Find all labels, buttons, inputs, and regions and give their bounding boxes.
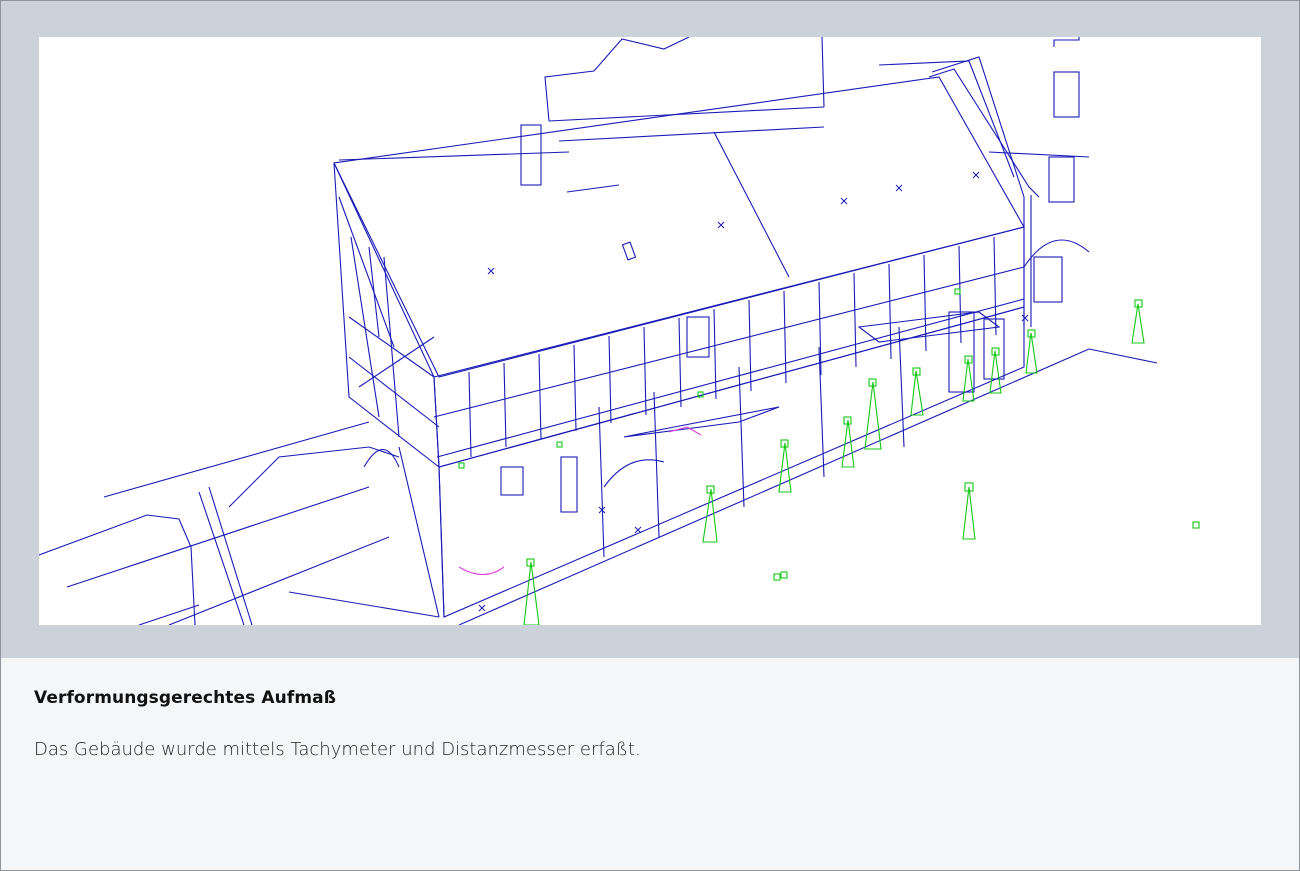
street-line — [208, 486, 253, 625]
timber-frame — [653, 391, 660, 538]
survey-point — [458, 462, 465, 469]
door — [560, 456, 578, 513]
timber-frame — [368, 246, 380, 338]
cross-mark-icon — [478, 171, 1029, 612]
survey-point — [954, 288, 961, 295]
survey-point — [1192, 521, 1200, 529]
background-building — [544, 37, 690, 122]
tripod-marker-icon — [1025, 329, 1038, 374]
street-line — [1088, 348, 1158, 364]
facade-upper — [433, 226, 1025, 468]
background-building — [1053, 37, 1080, 47]
window — [686, 316, 710, 358]
highlight-curve — [458, 566, 505, 576]
window — [500, 466, 524, 496]
timber-frame — [898, 326, 905, 448]
roof-line — [931, 56, 1025, 198]
caption-description: Das Gebäude wurde mittels Tachymeter und… — [34, 739, 641, 760]
street-line — [458, 348, 1090, 625]
roof-line — [558, 126, 825, 142]
image-frame — [1, 1, 1299, 658]
building-wireframe-image — [39, 37, 1200, 625]
highlight-curve — [668, 426, 702, 436]
background-building — [878, 60, 1015, 178]
street-line — [138, 604, 200, 625]
street-line — [288, 591, 440, 618]
roof-line — [713, 131, 790, 278]
window — [1048, 156, 1075, 203]
tripod-marker-icon — [864, 378, 882, 450]
survey-point — [780, 571, 788, 579]
tripod-marker-icon — [841, 416, 855, 468]
canopy — [623, 406, 780, 438]
timber-frame — [738, 366, 745, 508]
timber-frame — [398, 446, 440, 618]
survey-point — [773, 573, 781, 581]
tripod-marker-icon — [910, 367, 924, 416]
background-building — [821, 37, 825, 108]
roof-window — [621, 241, 637, 261]
timber-frame — [350, 236, 380, 418]
survey-point — [556, 441, 563, 448]
street-line — [66, 486, 370, 588]
street-line — [228, 446, 400, 508]
timber-frame — [818, 346, 825, 478]
arch — [363, 448, 400, 468]
timber-frame — [598, 406, 605, 558]
tripod-marker-icon — [523, 558, 540, 625]
tripod-marker-icon — [962, 355, 975, 402]
window — [1053, 71, 1080, 118]
figure-card: Verformungsgerechtes Aufmaß Das Gebäude … — [0, 0, 1300, 871]
tripod-marker-icon — [1131, 299, 1145, 344]
caption-title: Verformungsgerechtes Aufmaß — [34, 688, 337, 708]
tripod-marker-icon — [989, 347, 1002, 394]
wireframe-drawing — [39, 37, 1261, 625]
street-line — [198, 491, 245, 625]
arch — [603, 459, 665, 488]
caption-panel: Verformungsgerechtes Aufmaß Das Gebäude … — [1, 658, 1299, 870]
street-line — [103, 421, 370, 498]
tripod-marker-icon — [702, 485, 718, 543]
roof-line — [566, 184, 620, 193]
roof-line — [988, 151, 1090, 158]
tripod-marker-icon — [962, 482, 976, 540]
timber-frame — [348, 356, 440, 428]
floor-line — [433, 266, 1025, 418]
background-building — [548, 106, 825, 122]
timber-frame — [348, 316, 435, 378]
roof-line — [338, 151, 570, 161]
gable-wall — [333, 162, 440, 469]
floor-line — [436, 298, 1025, 458]
window — [1033, 256, 1063, 303]
street-line — [168, 536, 390, 625]
